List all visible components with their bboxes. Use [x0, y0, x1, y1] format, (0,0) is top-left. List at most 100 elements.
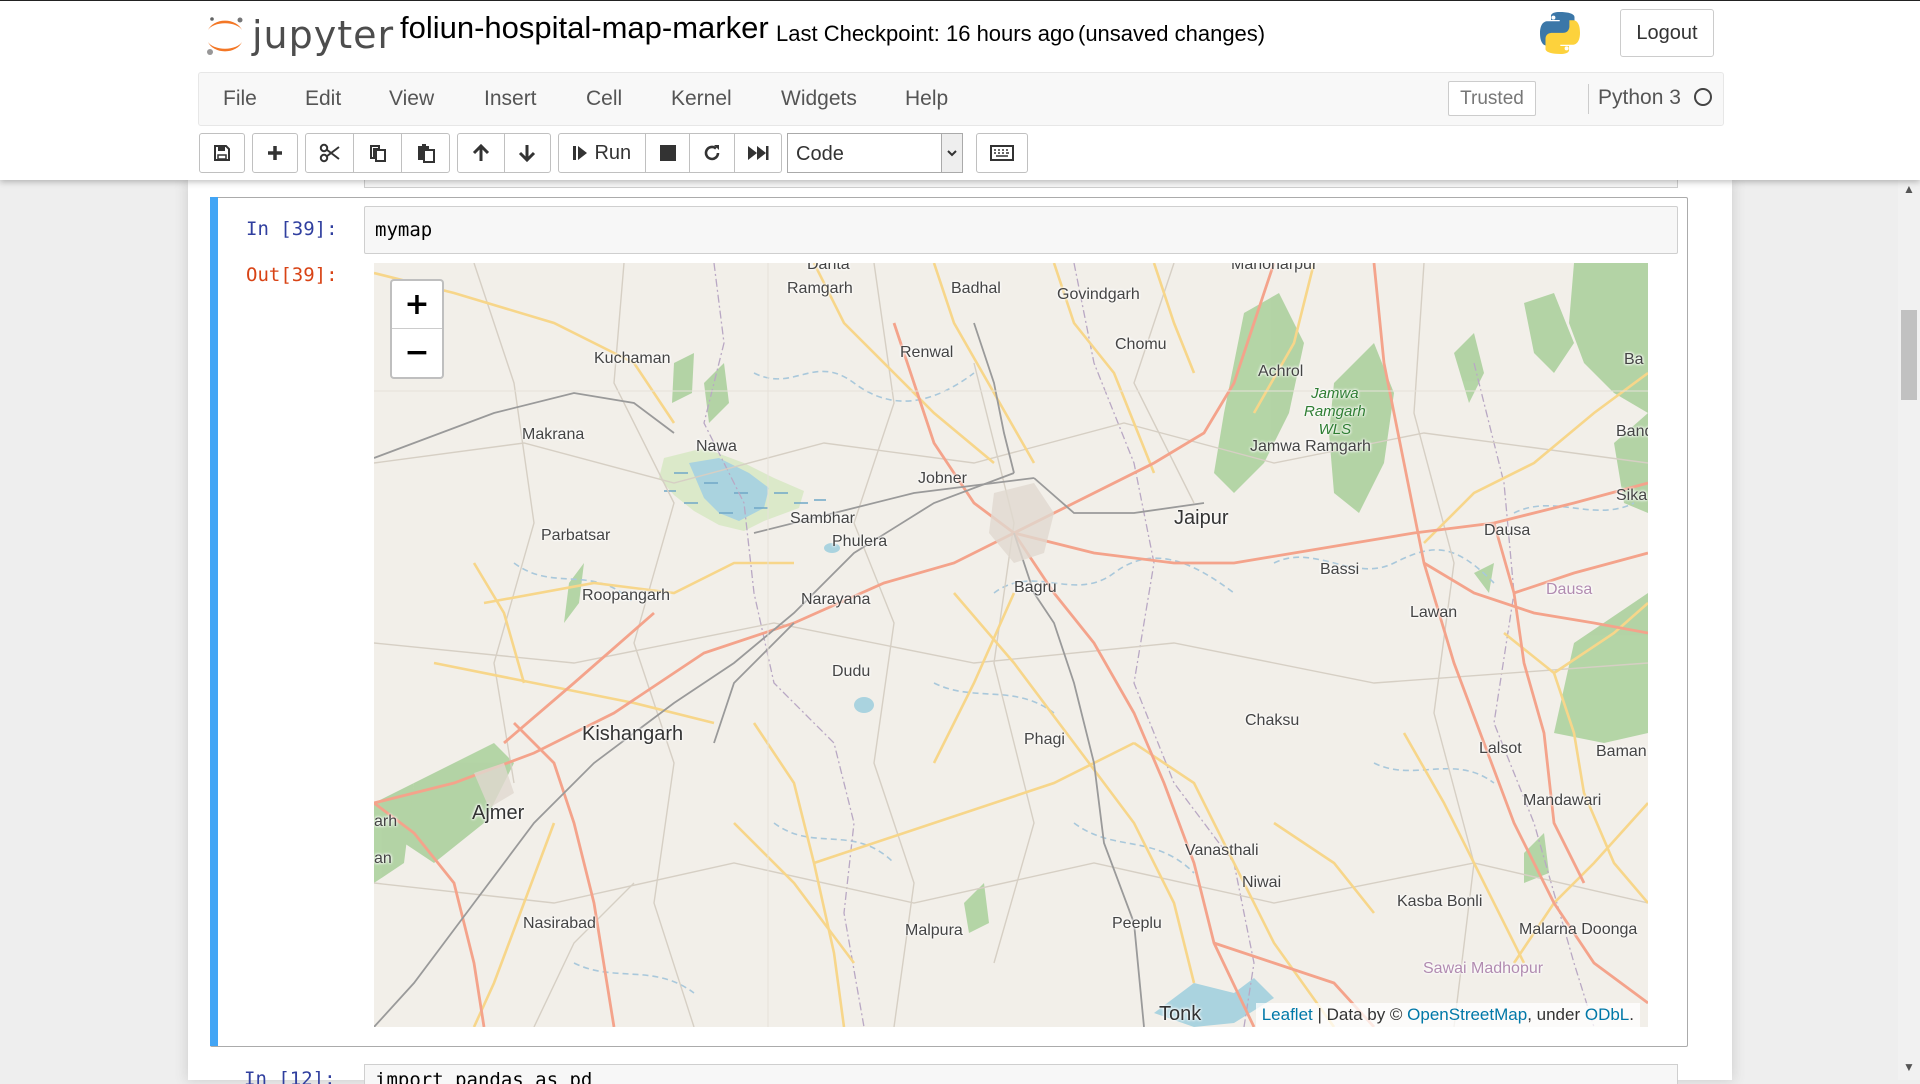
map-place-label: Mandawari: [1523, 792, 1602, 809]
cell-type-select[interactable]: Code: [787, 133, 963, 173]
step-forward-icon: [573, 146, 588, 160]
map-place-label: Dudu: [832, 663, 871, 680]
map-place-label: Phulera: [832, 533, 888, 550]
toolbar-group-run: Run: [558, 133, 782, 173]
menu-cell[interactable]: Cell: [586, 87, 622, 111]
menu-file[interactable]: File: [223, 87, 257, 111]
menu-kernel[interactable]: Kernel: [671, 87, 732, 111]
menu-edit[interactable]: Edit: [305, 87, 341, 111]
map-place-label: Jamwa Ramgarh: [1250, 438, 1371, 455]
kernel-separator: [1588, 84, 1589, 114]
kernel-name[interactable]: Python 3: [1598, 86, 1681, 110]
save-button[interactable]: [200, 134, 244, 172]
leaflet-link[interactable]: Leaflet: [1262, 1005, 1313, 1024]
map-place-label: Jobner: [918, 470, 967, 487]
run-button[interactable]: Run: [559, 134, 646, 172]
map-place-label: Vanasthali: [1185, 842, 1259, 859]
map-zoom-control: + −: [390, 279, 444, 379]
arrow-down-icon: [519, 145, 536, 163]
map-place-label: Nasirabad: [523, 915, 596, 932]
map-place-label: Ramgarh: [787, 280, 853, 297]
logout-button[interactable]: Logout: [1620, 9, 1714, 57]
code-text: mymap: [375, 219, 433, 241]
map-place-label: Renwal: [900, 344, 954, 361]
arrow-up-icon: [472, 143, 489, 161]
code-input[interactable]: import pandas as pd: [364, 1064, 1678, 1084]
map-place-label: Makrana: [522, 426, 585, 443]
scrollbar-thumb[interactable]: [1901, 310, 1917, 400]
zoom-out-button[interactable]: −: [392, 328, 442, 376]
map-place-label: Bassi: [1320, 561, 1360, 578]
copy-button[interactable]: [354, 134, 402, 172]
menu-view[interactable]: View: [389, 87, 434, 111]
map-place-label: Achrol: [1258, 363, 1304, 380]
map-park-label: Jamwa Ramgarh WLS: [1304, 385, 1366, 438]
restart-icon: [705, 145, 720, 161]
map-district-label: Sawai Madhopur: [1423, 960, 1544, 977]
keyboard-icon: [990, 145, 1014, 161]
map-place-label: Kasba Bonli: [1397, 893, 1483, 910]
paste-button[interactable]: [402, 134, 449, 172]
map-place-label: Kishangarh: [582, 723, 684, 745]
map-place-label: Peeplu: [1112, 915, 1162, 932]
code-input[interactable]: mymap: [364, 206, 1678, 254]
odbl-link[interactable]: ODbL: [1585, 1005, 1629, 1024]
insert-cell-button[interactable]: [253, 134, 297, 172]
top-border: [0, 0, 1920, 1]
command-palette-button[interactable]: [977, 134, 1027, 172]
jupyter-logo-icon: [204, 14, 246, 56]
trusted-indicator[interactable]: Trusted: [1448, 81, 1536, 116]
map-place-label: Ajmer: [472, 802, 525, 824]
toolbar-group-clipboard: [305, 133, 450, 173]
cut-button[interactable]: [306, 134, 354, 172]
autosave-status: (unsaved changes): [1078, 21, 1266, 46]
move-down-button[interactable]: [505, 134, 551, 172]
toolbar-group-palette: [976, 133, 1028, 173]
map-place-label: Kuchaman: [594, 350, 671, 367]
toolbar-group-insert: [252, 133, 298, 173]
move-up-button[interactable]: [458, 134, 505, 172]
selected-cell-indicator: [210, 197, 218, 1046]
scissors-icon: [319, 143, 340, 163]
checkpoint-status: Last Checkpoint: 16 hours ago: [776, 21, 1075, 46]
map-place-label: Nawa: [696, 438, 737, 455]
stop-icon: [659, 145, 676, 161]
notebook-name[interactable]: foliun-hospital-map-marker: [400, 10, 769, 46]
restart-run-all-button[interactable]: [735, 134, 781, 172]
map-place-label: an: [374, 850, 392, 867]
jupyter-logo[interactable]: jupyter: [204, 8, 394, 62]
next-code-cell[interactable]: In [12]: import pandas as pd: [244, 1064, 1694, 1084]
map-district-label: Dausa: [1546, 581, 1593, 598]
toolbar-group-save: [199, 133, 245, 173]
map-place-label: Dausa: [1484, 522, 1531, 539]
previous-cell-edge: [364, 180, 1678, 188]
leaflet-map[interactable]: Danta Ramgarh Badhal Govindgarh Manoharp…: [374, 263, 1648, 1027]
map-place-label: Bagru: [1014, 579, 1057, 596]
scroll-down-icon[interactable]: ▼: [1900, 1060, 1918, 1076]
map-place-label: Manoharpur: [1231, 263, 1318, 273]
menu-help[interactable]: Help: [905, 87, 948, 111]
menu-widgets[interactable]: Widgets: [781, 87, 857, 111]
scroll-up-icon[interactable]: ▲: [1900, 182, 1918, 198]
map-place-label: Sika: [1616, 487, 1648, 504]
input-prompt: In [39]:: [246, 218, 338, 240]
map-place-label: Chaksu: [1245, 712, 1300, 729]
zoom-in-button[interactable]: +: [392, 281, 442, 328]
chevron-down-icon: [941, 134, 962, 172]
interrupt-button[interactable]: [646, 134, 691, 172]
attribution-text: .: [1629, 1005, 1634, 1024]
map-place-label: Govindgarh: [1057, 286, 1140, 303]
map-place-label: Ba: [1624, 351, 1644, 368]
map-place-label: Band: [1616, 423, 1648, 440]
restart-button[interactable]: [690, 134, 736, 172]
fast-forward-icon: [748, 146, 769, 160]
run-label: Run: [594, 141, 632, 164]
code-text: import pandas as pd: [375, 1069, 593, 1084]
openstreetmap-link[interactable]: OpenStreetMap: [1407, 1005, 1527, 1024]
plus-icon: [268, 146, 282, 160]
toolbar-group-move: [457, 133, 551, 173]
map-place-label: arh: [374, 813, 398, 830]
cell-type-value: Code: [796, 143, 844, 165]
menu-insert[interactable]: Insert: [484, 87, 537, 111]
attribution-text: | Data by ©: [1312, 1005, 1408, 1024]
